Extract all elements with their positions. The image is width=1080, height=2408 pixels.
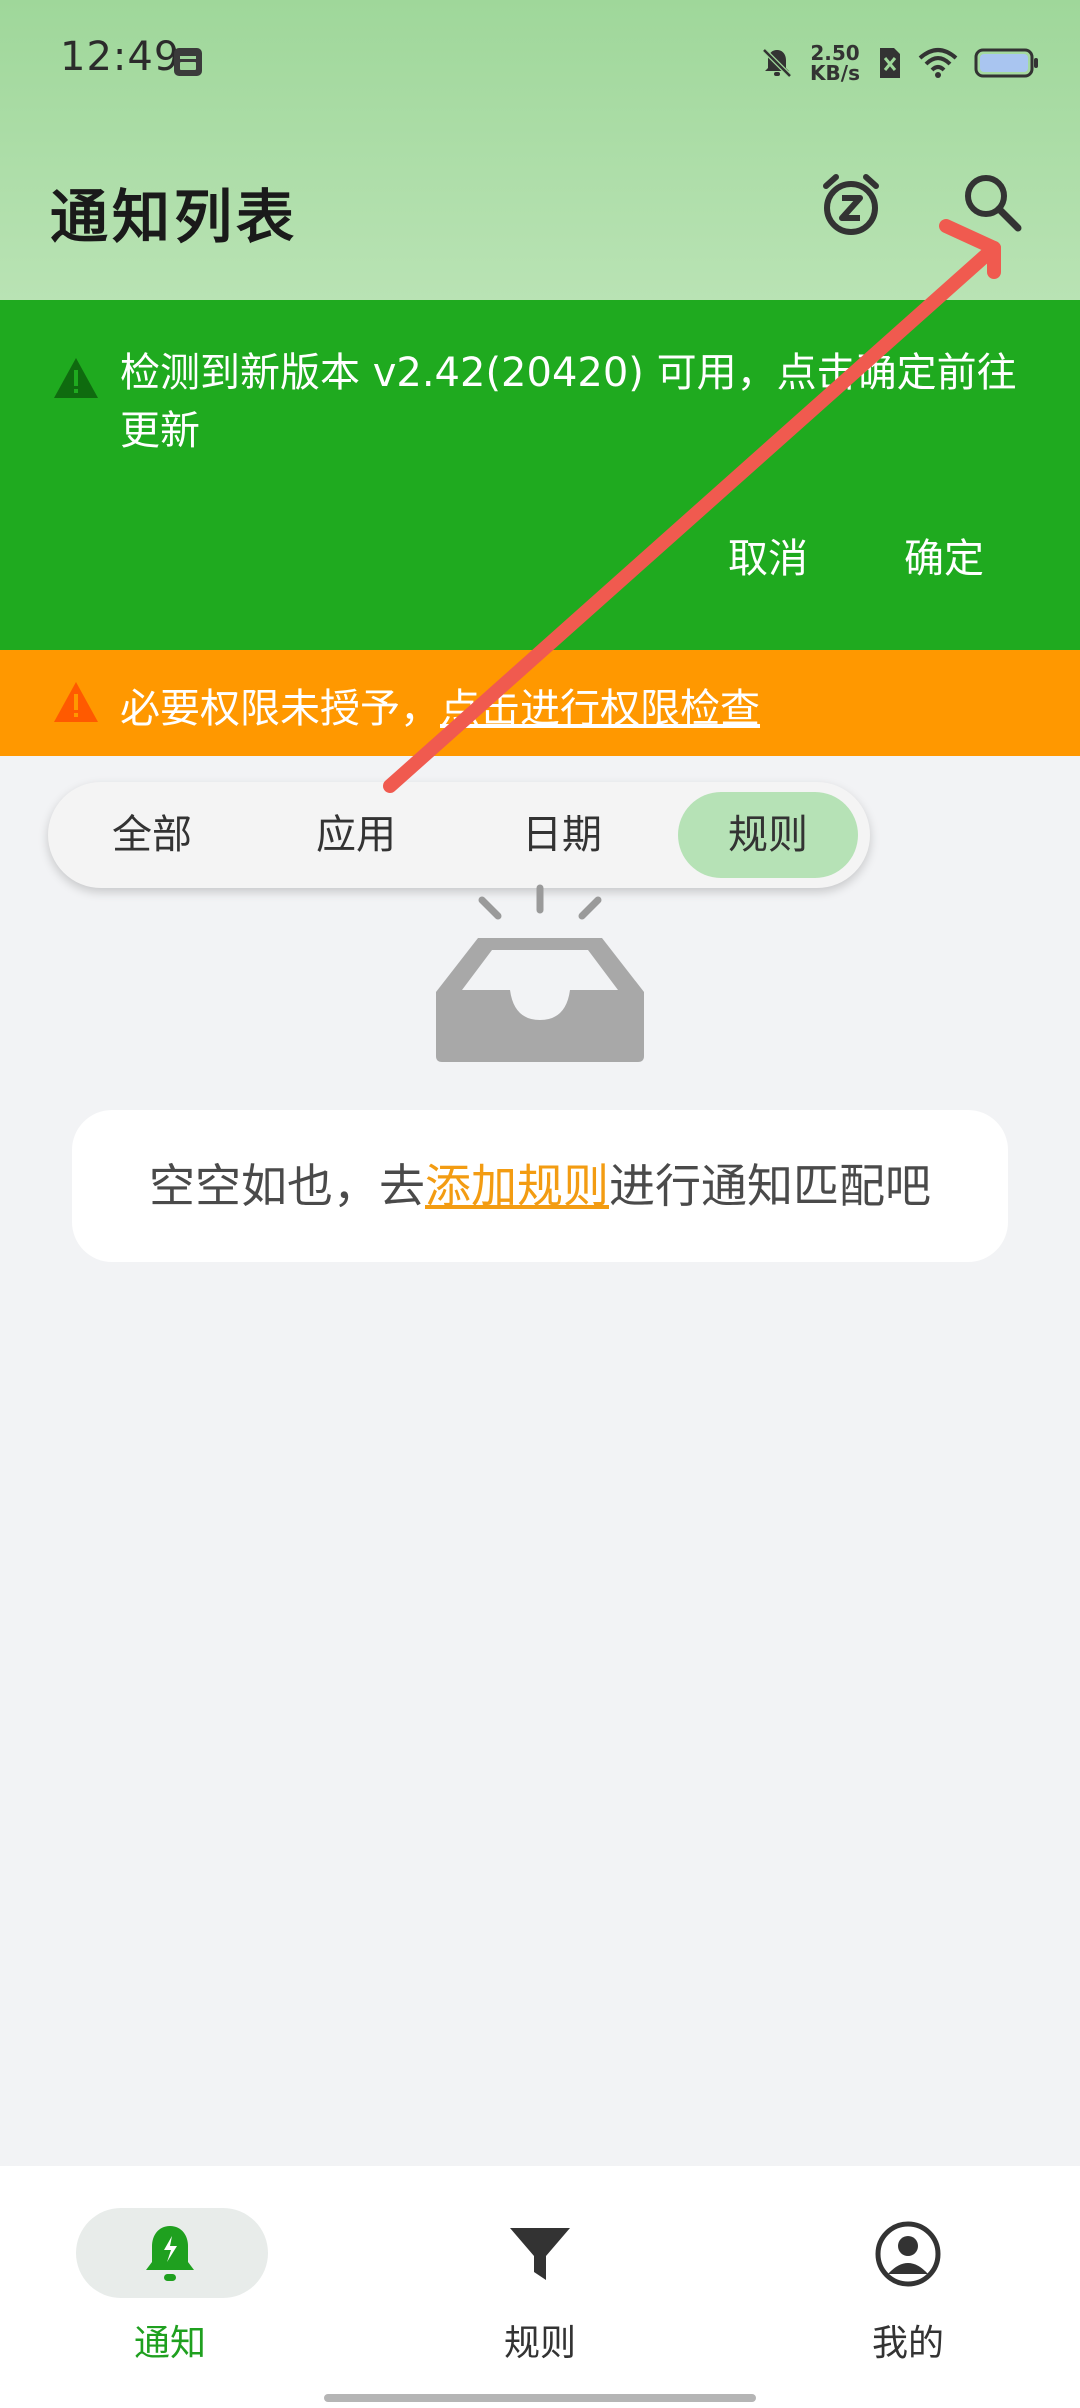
profile-icon	[875, 2221, 941, 2287]
battery-icon	[974, 48, 1038, 78]
warning-icon	[54, 358, 98, 398]
nav-item-rules[interactable]: 规则	[440, 2208, 640, 2364]
empty-inbox-icon	[436, 884, 644, 1062]
status-icons: 2.50 KB/s	[760, 36, 1040, 90]
confirm-button[interactable]: 确定	[904, 526, 984, 584]
add-rule-link[interactable]: 添加规则	[425, 1159, 609, 1213]
wifi-icon	[918, 48, 958, 78]
nav-item-profile[interactable]: 我的	[808, 2208, 1008, 2364]
tab-all[interactable]: 全部	[62, 792, 242, 878]
bell-icon	[146, 2226, 194, 2281]
filter-tabs: 全部 应用 日期 规则	[48, 782, 870, 888]
app-notification-icon	[174, 48, 202, 76]
search-icon[interactable]	[958, 168, 1028, 238]
status-time: 12:49	[60, 34, 181, 80]
filter-icon	[510, 2228, 570, 2280]
sim-off-icon	[880, 48, 900, 78]
permission-prefix: 必要权限未授予，	[120, 686, 440, 732]
empty-state-suffix: 进行通知匹配吧	[609, 1159, 931, 1213]
permission-check-link[interactable]: 点击进行权限检查	[440, 686, 760, 732]
tab-apps[interactable]: 应用	[266, 792, 446, 878]
update-message: 检测到新版本 v2.42(20420) 可用，点击确定前往更新	[120, 350, 1017, 454]
nav-label-profile: 我的	[871, 2323, 944, 2364]
empty-state-card: 空空如也，去添加规则进行通知匹配吧	[72, 1110, 1008, 1262]
network-speed-unit: KB/s	[810, 61, 860, 85]
mute-bell-icon	[762, 48, 792, 78]
gesture-bar[interactable]	[324, 2394, 756, 2402]
tab-date[interactable]: 日期	[472, 792, 652, 878]
tab-rules[interactable]: 规则	[678, 792, 858, 878]
cancel-button[interactable]: 取消	[728, 526, 808, 584]
warning-icon	[54, 682, 98, 722]
nav-item-notifications[interactable]: 通知	[70, 2208, 270, 2364]
empty-state-prefix: 空空如也，去	[149, 1159, 425, 1213]
network-speed: 2.50 KB/s	[810, 43, 860, 83]
network-speed-value: 2.50	[810, 41, 860, 65]
empty-state-message: 空空如也，去添加规则进行通知匹配吧	[72, 1110, 1008, 1262]
nav-label-notifications: 通知	[133, 2323, 206, 2364]
page-title: 通知列表	[50, 183, 299, 251]
permission-message: 必要权限未授予，点击进行权限检查	[120, 676, 760, 734]
nav-label-rules: 规则	[503, 2323, 576, 2364]
snooze-alarm-icon[interactable]	[816, 170, 886, 240]
